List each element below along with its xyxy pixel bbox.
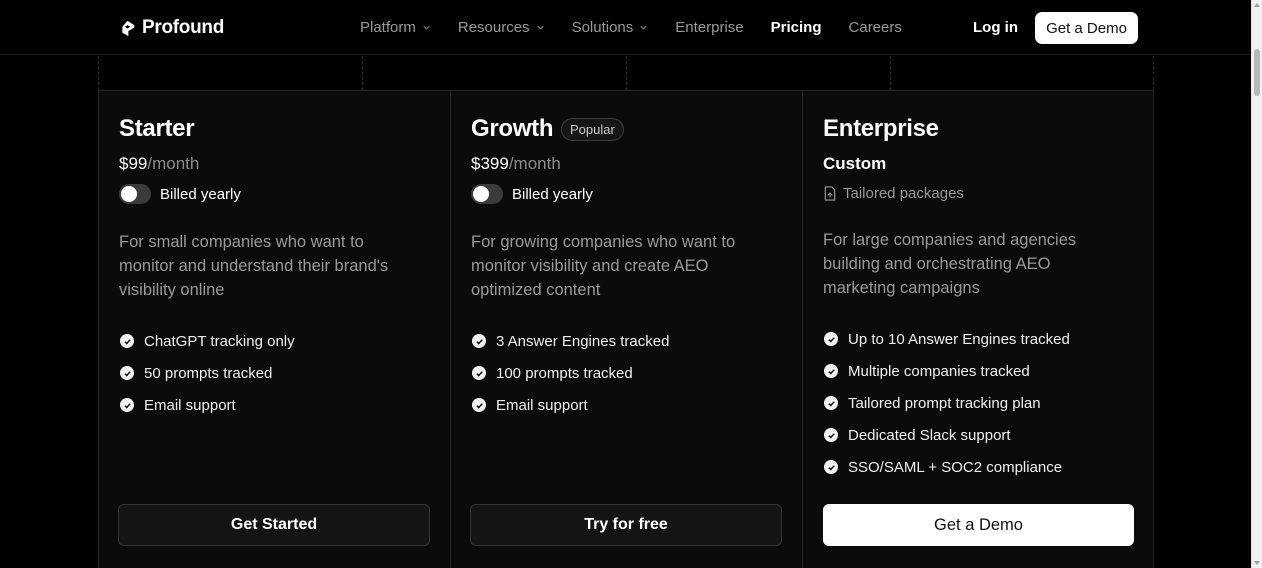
- feature-text: Tailored prompt tracking plan: [848, 394, 1041, 412]
- feature-item: ChatGPT tracking only: [120, 325, 295, 357]
- plan-name: Growth: [471, 115, 554, 142]
- feature-text: SSO/SAML + SOC2 compliance: [848, 458, 1063, 476]
- nav-item-resources[interactable]: Resources: [458, 19, 545, 36]
- feature-text: 3 Answer Engines tracked: [496, 332, 670, 350]
- feature-item: SSO/SAML + SOC2 compliance: [824, 451, 1070, 483]
- scrollbar-thumb[interactable]: [1254, 49, 1260, 96]
- toggle-label: Billed yearly: [512, 185, 593, 203]
- plan-card-enterprise: Enterprise Custom Tailored packages For …: [802, 91, 1153, 568]
- tailored-text: Tailored packages: [843, 185, 964, 202]
- feature-text: Dedicated Slack support: [848, 426, 1011, 444]
- feature-text: 50 prompts tracked: [144, 364, 273, 382]
- plan-card-growth: Growth Popular $399/month Billed yearly …: [450, 91, 802, 568]
- nav-item-solutions[interactable]: Solutions: [572, 19, 649, 36]
- scroll-down-arrow-icon[interactable]: [1254, 561, 1260, 565]
- top-nav: Profound Platform Resources Solutions En…: [0, 0, 1251, 55]
- feature-list: Up to 10 Answer Engines tracked Multiple…: [824, 323, 1070, 483]
- feature-text: Email support: [496, 396, 588, 414]
- pricing-grid: Starter $99/month Billed yearly For smal…: [98, 90, 1154, 568]
- grid-guide-line: [362, 56, 363, 90]
- nav-item-enterprise[interactable]: Enterprise: [675, 19, 743, 36]
- chevron-down-icon: [423, 25, 430, 30]
- page-scrollbar[interactable]: [1251, 0, 1262, 568]
- chevron-down-icon: [640, 25, 647, 30]
- check-circle-icon: [824, 332, 838, 346]
- check-circle-icon: [824, 364, 838, 378]
- feature-list: ChatGPT tracking only 50 prompts tracked…: [120, 325, 295, 421]
- check-circle-icon: [824, 460, 838, 474]
- feature-item: 3 Answer Engines tracked: [472, 325, 669, 357]
- feature-item: Multiple companies tracked: [824, 355, 1070, 387]
- grid-guide-line: [626, 56, 627, 90]
- price-period: /month: [147, 154, 200, 173]
- login-link[interactable]: Log in: [973, 19, 1018, 36]
- check-circle-icon: [472, 334, 486, 348]
- plan-description: For growing companies who want to monito…: [471, 233, 736, 299]
- plan-name: Enterprise: [823, 115, 939, 142]
- billed-yearly-toggle[interactable]: [471, 184, 503, 204]
- grid-guide-line: [98, 56, 99, 90]
- plan-description: For small companies who want to monitor …: [119, 233, 389, 299]
- feature-item: Email support: [472, 389, 669, 421]
- nav-item-label: Platform: [360, 19, 416, 36]
- nav-item-label: Pricing: [770, 19, 822, 36]
- brand-name: Profound: [142, 17, 225, 38]
- billing-toggle-row: Billed yearly: [119, 184, 241, 204]
- check-circle-icon: [824, 396, 838, 410]
- plan-price: Custom: [823, 154, 887, 173]
- nav-item-label: Careers: [848, 19, 902, 36]
- billing-toggle-row: Billed yearly: [471, 184, 593, 204]
- check-circle-icon: [120, 366, 134, 380]
- feature-item: Dedicated Slack support: [824, 419, 1070, 451]
- get-demo-button[interactable]: Get a Demo: [1035, 12, 1138, 44]
- document-icon: [824, 186, 836, 201]
- nav-item-careers[interactable]: Careers: [849, 19, 902, 36]
- get-a-demo-button[interactable]: Get a Demo: [823, 504, 1134, 546]
- plan-card-starter: Starter $99/month Billed yearly For smal…: [99, 91, 450, 568]
- feature-item: Email support: [120, 389, 295, 421]
- get-started-button[interactable]: Get Started: [118, 504, 430, 546]
- billed-yearly-toggle[interactable]: [119, 184, 151, 204]
- feature-text: ChatGPT tracking only: [144, 332, 295, 350]
- check-circle-icon: [120, 398, 134, 412]
- profound-logo-icon: [122, 20, 135, 36]
- nav-item-label: Solutions: [571, 19, 634, 36]
- popular-badge: Popular: [561, 118, 624, 141]
- feature-item: 100 prompts tracked: [472, 357, 669, 389]
- nav-item-label: Resources: [457, 19, 530, 36]
- plan-price: $399/month: [471, 154, 561, 174]
- scroll-up-arrow-icon[interactable]: [1254, 3, 1260, 7]
- price-period: /month: [508, 154, 561, 173]
- feature-list: 3 Answer Engines tracked 100 prompts tra…: [472, 325, 669, 421]
- check-circle-icon: [120, 334, 134, 348]
- grid-guide-line: [890, 56, 891, 90]
- feature-item: 50 prompts tracked: [120, 357, 295, 389]
- toggle-label: Billed yearly: [160, 185, 241, 203]
- feature-text: Multiple companies tracked: [848, 362, 1030, 380]
- feature-text: 100 prompts tracked: [496, 364, 633, 382]
- feature-text: Email support: [144, 396, 236, 414]
- nav-item-pricing[interactable]: Pricing: [771, 19, 822, 36]
- grid-guide-line: [1153, 56, 1154, 90]
- check-circle-icon: [472, 366, 486, 380]
- nav-links: Platform Resources Solutions Enterprise …: [360, 19, 902, 36]
- nav-item-platform[interactable]: Platform: [360, 19, 431, 36]
- try-for-free-button[interactable]: Try for free: [470, 504, 782, 546]
- price-amount: $399: [471, 154, 509, 173]
- feature-item: Up to 10 Answer Engines tracked: [824, 323, 1070, 355]
- price-amount: $99: [119, 154, 148, 173]
- check-circle-icon: [824, 428, 838, 442]
- tailored-note: Tailored packages: [823, 185, 964, 202]
- brand-logo[interactable]: Profound: [119, 17, 224, 39]
- nav-item-label: Enterprise: [675, 19, 744, 36]
- feature-text: Up to 10 Answer Engines tracked: [848, 330, 1070, 348]
- plan-name: Starter: [119, 115, 195, 142]
- chevron-down-icon: [536, 25, 544, 30]
- plan-description: For large companies and agencies buildin…: [823, 231, 1077, 297]
- feature-item: Tailored prompt tracking plan: [824, 387, 1070, 419]
- plan-price: $99/month: [119, 154, 199, 174]
- check-circle-icon: [472, 398, 486, 412]
